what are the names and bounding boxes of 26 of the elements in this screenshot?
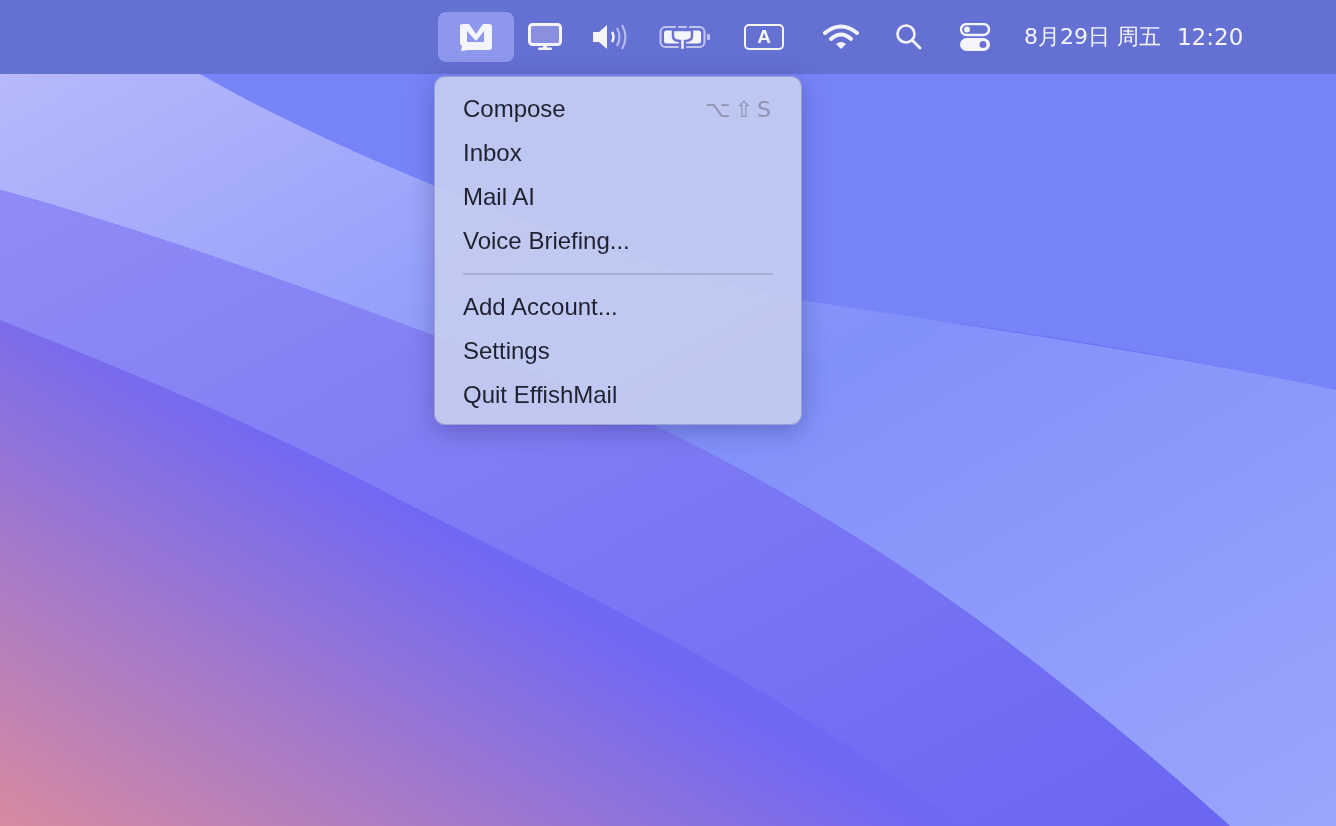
input-status-item[interactable]: A xyxy=(724,12,804,62)
menu-item-label: Mail AI xyxy=(463,183,536,211)
input-source-indicator: A xyxy=(744,24,784,50)
menu-item[interactable]: Inbox xyxy=(435,131,801,175)
keyboard-shortcut: ⌥⇧S xyxy=(705,96,775,122)
toggle-switches-icon xyxy=(960,23,990,51)
menu-item[interactable]: Voice Briefing... xyxy=(435,219,801,263)
menu-item[interactable]: Add Account... xyxy=(435,285,801,329)
mail-status-item[interactable] xyxy=(438,12,514,62)
menu-item-label: Compose xyxy=(463,95,566,123)
time-label: 12:20 xyxy=(1177,24,1244,50)
menu-item[interactable]: Mail AI xyxy=(435,175,801,219)
search-icon xyxy=(895,23,923,51)
menu-item[interactable]: Quit EffishMail xyxy=(435,373,801,417)
battery-charging-icon xyxy=(659,24,711,50)
menu-item-label: Voice Briefing... xyxy=(463,227,630,255)
menu-item[interactable]: Compose ⌥⇧S xyxy=(435,87,801,131)
mail-icon xyxy=(457,22,495,52)
wifi-icon xyxy=(823,24,859,50)
menu-item-label: Add Account... xyxy=(463,293,618,321)
menu-item[interactable]: Settings xyxy=(435,329,801,373)
menu-item-label: Inbox xyxy=(463,139,522,167)
display-icon xyxy=(528,23,562,51)
menu-item-label: Quit EffishMail xyxy=(463,381,618,409)
menu-item-label: Settings xyxy=(463,337,550,365)
date-label: 8月29日 周五 xyxy=(1024,23,1161,51)
